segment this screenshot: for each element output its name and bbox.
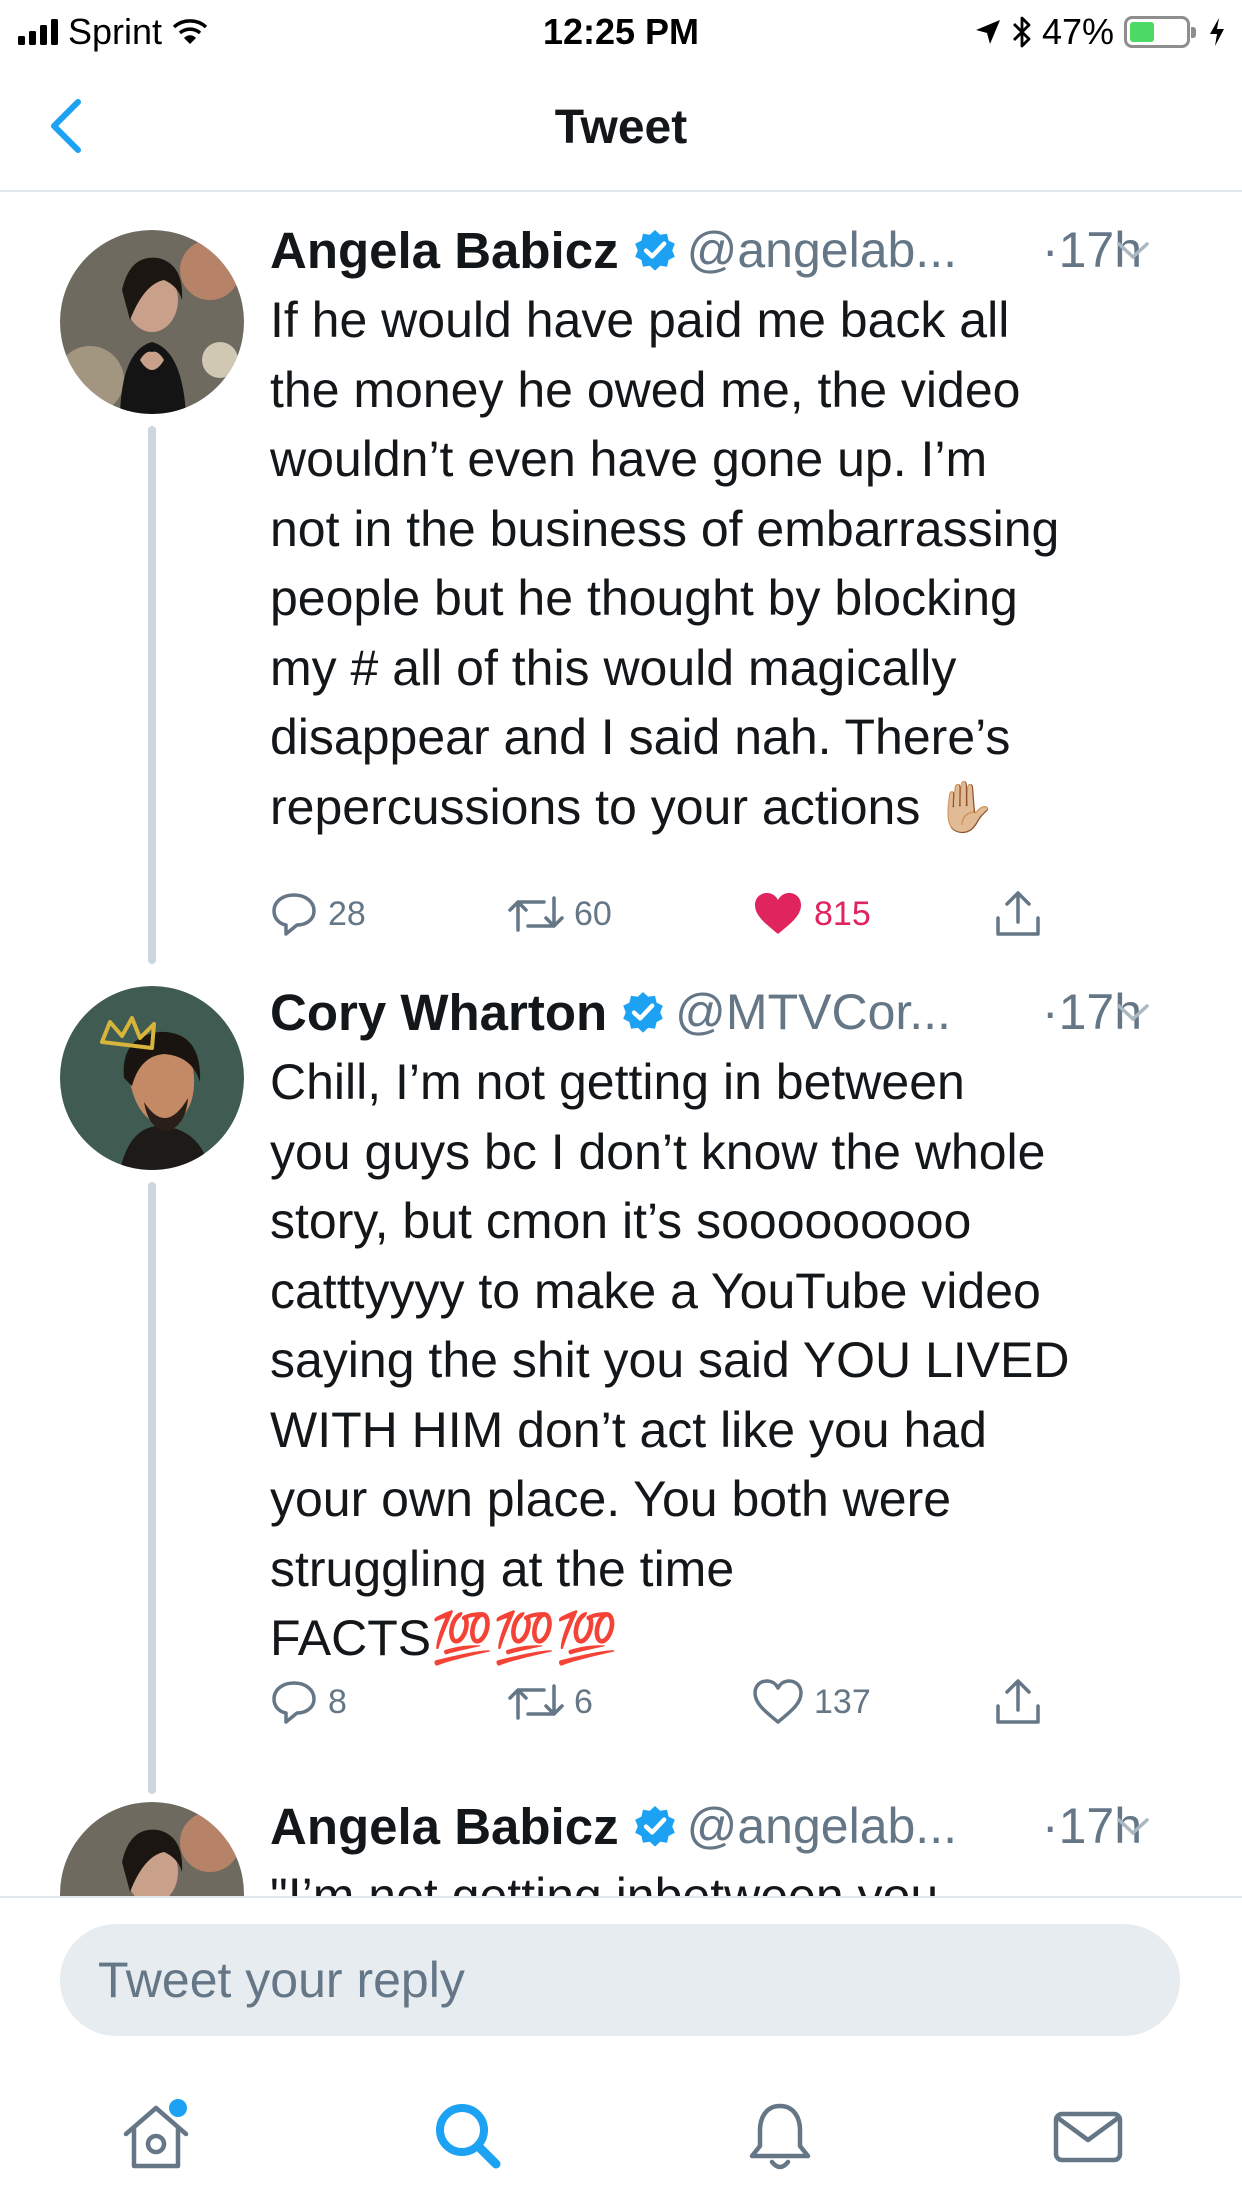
display-name[interactable]: Cory Wharton <box>270 983 607 1042</box>
verified-badge-icon <box>623 992 663 1033</box>
share-icon <box>996 1679 1040 1724</box>
share-icon <box>996 891 1040 936</box>
home-icon <box>123 2099 189 2169</box>
tweet[interactable]: Angela Babicz @angelab... ·17h If he wou… <box>0 194 1242 964</box>
tweet-text: Chill, I’m not getting in between you gu… <box>270 1054 1070 1666</box>
status-right: 47% <box>974 10 1226 54</box>
chevron-down-icon[interactable] <box>1116 1002 1150 1024</box>
tweet-text: If he would have paid me back all the mo… <box>270 292 1060 835</box>
tweet-actions: 8 6 137 <box>270 1672 1050 1732</box>
tab-messages[interactable] <box>1048 2096 1128 2176</box>
tweet-header: Cory Wharton @MTVCor... ·17h <box>270 980 1202 1044</box>
like-button[interactable]: 137 <box>752 1672 871 1732</box>
thread-connector-line <box>148 426 156 964</box>
share-button[interactable] <box>992 1672 1044 1732</box>
bluetooth-icon <box>1012 16 1031 48</box>
reply-count: 8 <box>328 1682 347 1721</box>
retweet-button[interactable]: 60 <box>508 884 612 944</box>
tweet[interactable]: Angela Babicz @angelab... ·17h "I’m not … <box>0 1794 1242 1896</box>
like-count: 137 <box>814 1682 871 1721</box>
charging-bolt-icon <box>1210 18 1224 46</box>
chevron-down-icon[interactable] <box>1116 240 1150 262</box>
like-button[interactable]: 815 <box>752 884 871 944</box>
battery-percent: 47% <box>1041 11 1114 52</box>
retweet-count: 6 <box>574 1682 593 1721</box>
avatar[interactable] <box>60 230 244 414</box>
avatar[interactable] <box>60 1802 244 1896</box>
heart-outline-icon <box>753 1679 803 1724</box>
status-bar: Sprint 12:25 PM 47% <box>0 0 1242 64</box>
notifications-bell-icon <box>749 2103 811 2170</box>
tweet[interactable]: Cory Wharton @MTVCor... ·17h Chill, I’m … <box>0 964 1242 1794</box>
retweet-button[interactable]: 6 <box>508 1672 593 1732</box>
user-handle: @MTVCor... <box>675 984 951 1040</box>
reply-button[interactable]: 8 <box>270 1672 347 1732</box>
reply-icon <box>272 1681 316 1724</box>
location-arrow-icon <box>975 20 1000 44</box>
tweet-text: "I’m not getting inbetween you <box>270 1868 939 1896</box>
tab-home[interactable] <box>116 2096 196 2176</box>
nav-bar: Tweet <box>0 64 1242 192</box>
tab-bar <box>0 2046 1242 2208</box>
tweet-header: Angela Babicz @angelab... ·17h <box>270 1794 1202 1858</box>
user-handle: @angelab... <box>686 222 957 278</box>
reply-count: 28 <box>328 894 366 933</box>
like-count: 815 <box>814 894 871 933</box>
display-name[interactable]: Angela Babicz <box>270 221 619 280</box>
reply-button[interactable]: 28 <box>270 884 366 944</box>
thread-connector-line <box>148 1182 156 1794</box>
heart-filled-icon <box>755 893 801 934</box>
retweet-icon <box>508 896 564 932</box>
reply-composer <box>0 1896 1242 2046</box>
share-button[interactable] <box>992 884 1044 944</box>
tab-notifications[interactable] <box>740 2096 820 2176</box>
tweet-header: Angela Babicz @angelab... ·17h <box>270 218 1202 282</box>
battery-icon <box>1124 16 1196 48</box>
chevron-down-icon[interactable] <box>1116 1816 1150 1838</box>
retweet-count: 60 <box>574 894 612 933</box>
reply-icon <box>272 893 316 936</box>
tab-search[interactable] <box>428 2096 508 2176</box>
avatar[interactable] <box>60 986 244 1170</box>
verified-badge-icon <box>634 230 675 271</box>
page-title: Tweet <box>554 101 688 154</box>
tweet-actions: 28 60 815 <box>270 884 1050 944</box>
user-handle: @angelab... <box>686 1798 957 1854</box>
verified-badge-icon <box>634 1806 675 1847</box>
search-icon <box>436 2104 501 2169</box>
display-name[interactable]: Angela Babicz <box>270 1797 619 1856</box>
tweet-thread: Angela Babicz @angelab... ·17h If he wou… <box>0 194 1242 1896</box>
retweet-icon <box>508 1684 564 1720</box>
reply-input[interactable] <box>60 1924 1180 2036</box>
messages-envelope-icon <box>1053 2111 1123 2163</box>
